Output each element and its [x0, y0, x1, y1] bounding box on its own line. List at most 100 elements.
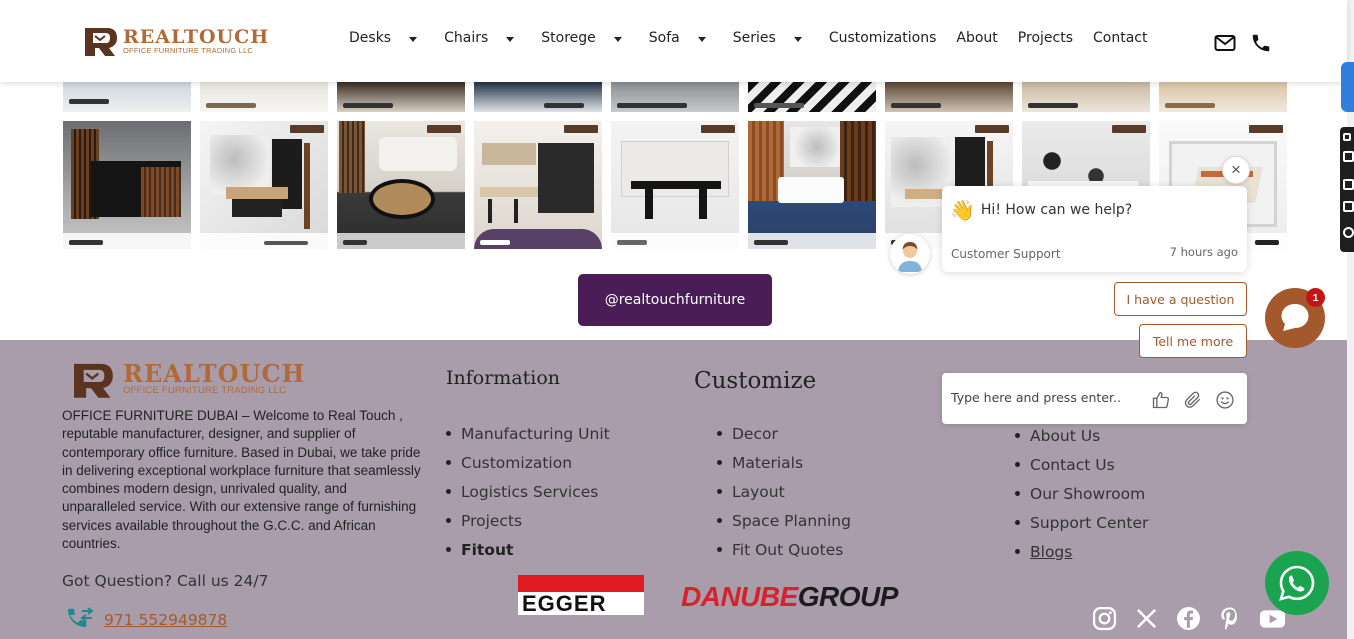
egger-logo-text: EGGER: [522, 591, 607, 616]
gallery-image[interactable]: [474, 82, 602, 112]
danube-group-text: GROUP: [797, 581, 899, 612]
facebook-icon[interactable]: [1176, 606, 1201, 631]
chat-option-question[interactable]: I have a question: [1114, 282, 1247, 316]
chevron-down-icon: [613, 36, 622, 42]
footer-phone-link[interactable]: 971 552949878: [66, 607, 227, 633]
chat-greeting-text: Hi! How can we help?: [980, 202, 1133, 218]
whatsapp-icon: [1279, 565, 1315, 601]
side-tools-strip: [1340, 127, 1354, 252]
page-icon[interactable]: [1343, 179, 1354, 190]
main-nav: Desks Chairs Storege Sofa Series Customi…: [349, 30, 1167, 46]
footer-link-customization[interactable]: Customization: [446, 448, 610, 477]
footer-link-about-us[interactable]: About Us: [1015, 421, 1148, 450]
footer-phone-number: 971 552949878: [104, 611, 228, 629]
gallery-image[interactable]: [611, 82, 739, 112]
settings-icon[interactable]: [1343, 227, 1354, 238]
chat-close-button[interactable]: ×: [1222, 156, 1250, 184]
pinterest-icon[interactable]: [1219, 606, 1241, 631]
phone-icon[interactable]: [1250, 32, 1272, 54]
chat-message-card: 👋 Hi! How can we help? Customer Support …: [942, 186, 1247, 272]
link-icon[interactable]: [1343, 133, 1351, 141]
thumbs-up-icon[interactable]: [1151, 390, 1171, 410]
instagram-icon[interactable]: [1092, 606, 1117, 631]
gallery-image[interactable]: [1159, 82, 1287, 112]
nav-item-storege[interactable]: Storege: [541, 30, 622, 46]
gallery-image[interactable]: [1022, 82, 1150, 112]
footer-link-materials[interactable]: Materials: [717, 448, 851, 477]
footer-customize-title: Customize: [694, 368, 817, 394]
gallery-image[interactable]: [63, 82, 191, 112]
phone-transfer-icon: [68, 607, 94, 627]
footer-brand-tagline: OFFICE FURNITURE TRADING LLC: [123, 385, 287, 396]
nav-item-projects[interactable]: Projects: [1018, 30, 1073, 46]
nav-item-desks[interactable]: Desks: [349, 30, 418, 46]
nav-item-sofa[interactable]: Sofa: [649, 30, 706, 46]
footer-link-projects[interactable]: Projects: [446, 506, 610, 535]
danube-partner-logo: DANUBEGROUP: [681, 581, 898, 613]
footer-brand-name: REALTOUCH: [123, 359, 306, 388]
logo-mark-icon: [74, 363, 113, 398]
footer-link-fitout[interactable]: Fitout: [446, 535, 610, 564]
footer-link-our-showroom[interactable]: Our Showroom: [1015, 479, 1148, 508]
chat-greeting: 👋 Hi! How can we help?: [950, 198, 1132, 222]
nav-item-label: Projects: [1017, 30, 1073, 46]
gallery-image[interactable]: [748, 121, 876, 249]
gallery-row-top: [63, 82, 1296, 112]
egger-partner-logo: EGGER: [518, 575, 644, 616]
footer-information-title: Information: [446, 367, 561, 389]
nav-item-contact[interactable]: Contact: [1093, 30, 1147, 46]
nav-item-label: Chairs: [444, 30, 489, 46]
gallery-image[interactable]: [611, 121, 739, 249]
chevron-down-icon: [506, 36, 515, 42]
footer-logo[interactable]: REALTOUCH OFFICE FURNITURE TRADING LLC: [63, 359, 305, 399]
footer-link-contact-us[interactable]: Contact Us: [1015, 450, 1148, 479]
footer-call-heading: Got Question? Call us 24/7: [62, 572, 269, 590]
nav-item-chairs[interactable]: Chairs: [444, 30, 515, 46]
footer-link-support-center[interactable]: Support Center: [1015, 508, 1148, 537]
nav-item-series[interactable]: Series: [733, 30, 802, 46]
chat-unread-badge: 1: [1306, 288, 1325, 307]
nav-item-about[interactable]: About: [956, 30, 997, 46]
x-icon[interactable]: [1135, 607, 1158, 630]
agent-avatar-icon: [890, 234, 930, 274]
side-scroll-tab[interactable]: [1341, 62, 1354, 112]
gallery-image[interactable]: [63, 121, 191, 249]
gallery-image[interactable]: [200, 121, 328, 249]
gallery-image[interactable]: [885, 82, 1013, 112]
gallery-image[interactable]: [748, 82, 876, 112]
camera-icon[interactable]: [1343, 151, 1354, 162]
chat-option-tell-more[interactable]: Tell me more: [1139, 324, 1247, 358]
gallery-image[interactable]: [337, 82, 465, 112]
footer-link-layout[interactable]: Layout: [717, 477, 851, 506]
site-header: REALTOUCH OFFICE FURNITURE TRADING LLC D…: [0, 0, 1347, 82]
chat-timestamp: 7 hours ago: [1169, 245, 1238, 259]
footer-link-manufacturing-unit[interactable]: Manufacturing Unit: [446, 419, 610, 448]
social-links: [1092, 606, 1304, 631]
nav-item-label: Contact: [1093, 30, 1148, 46]
instagram-handle-button[interactable]: @realtouchfurniture: [578, 274, 772, 326]
gallery-image[interactable]: [337, 121, 465, 249]
paperclip-icon[interactable]: [1183, 390, 1203, 410]
chat-bubble-icon: [1281, 304, 1309, 331]
brand-logo[interactable]: REALTOUCH OFFICE FURNITURE TRADING LLC: [79, 24, 269, 57]
nav-item-label: Sofa: [648, 30, 680, 46]
footer-information-list: Manufacturing Unit Customization Logisti…: [446, 419, 610, 564]
footer-link-logistics-services[interactable]: Logistics Services: [446, 477, 610, 506]
logo-mark-icon: [85, 28, 117, 56]
footer-customize-list: Decor Materials Layout Space Planning Fi…: [717, 419, 851, 564]
gallery-image[interactable]: [200, 82, 328, 112]
footer-link-fit-out-quotes[interactable]: Fit Out Quotes: [717, 535, 851, 564]
gallery-image[interactable]: [474, 121, 602, 249]
footer-link-blogs[interactable]: Blogs: [1015, 537, 1148, 566]
chevron-down-icon: [697, 36, 706, 42]
chat-message-input[interactable]: [951, 390, 1141, 405]
agent-avatar: [890, 234, 930, 274]
mail-icon[interactable]: [1214, 34, 1236, 52]
whatsapp-button[interactable]: [1265, 551, 1329, 615]
nav-item-customizations[interactable]: Customizations: [829, 30, 937, 46]
nav-item-label: Desks: [349, 30, 392, 46]
footer-link-space-planning[interactable]: Space Planning: [717, 506, 851, 535]
copy-icon[interactable]: [1343, 201, 1354, 212]
emoji-icon[interactable]: [1215, 390, 1235, 410]
footer-link-decor[interactable]: Decor: [717, 419, 851, 448]
